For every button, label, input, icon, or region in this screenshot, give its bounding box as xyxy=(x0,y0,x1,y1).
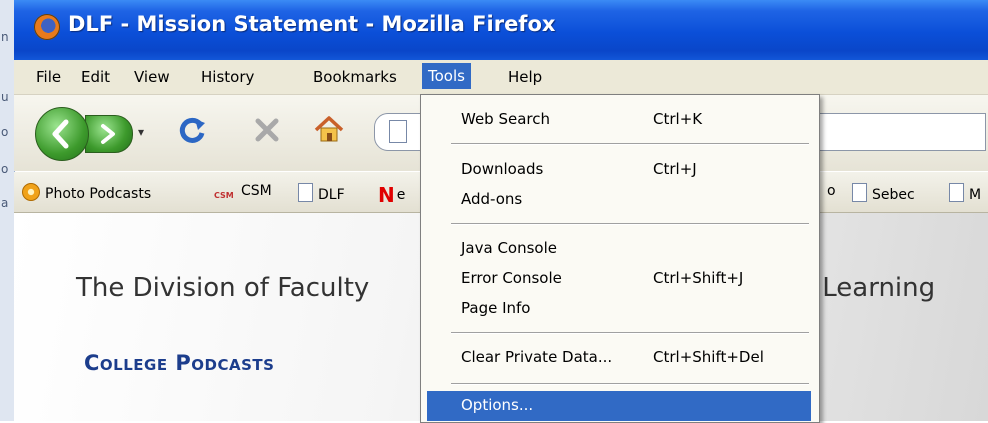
desktop-background-strip: n u o o a xyxy=(0,0,15,421)
bookmark-label: DLF xyxy=(318,187,345,203)
bookmark-label: Sebec xyxy=(872,187,915,203)
page-heading-start: The Division of Faculty xyxy=(76,273,370,303)
bookmark-label: Photo Podcasts xyxy=(45,186,152,202)
menu-view[interactable]: View xyxy=(128,66,176,88)
bookmark-label: o xyxy=(827,183,836,199)
section-title[interactable]: College Podcasts xyxy=(84,351,274,375)
menu-separator xyxy=(451,383,809,385)
page-icon xyxy=(389,120,407,143)
back-button[interactable] xyxy=(35,107,89,161)
stop-button[interactable] xyxy=(250,113,284,147)
bookmark-photo-podcasts[interactable]: Photo Podcasts xyxy=(22,183,151,202)
menu-item-clear-private-data[interactable]: Clear Private Data... Ctrl+Shift+Del xyxy=(427,343,811,373)
menu-item-page-info[interactable]: Page Info xyxy=(427,294,811,324)
desktop-text-fragment: o xyxy=(1,162,9,176)
bookmark-csm[interactable]: CSM CSM xyxy=(214,183,272,200)
csm-icon: CSM xyxy=(214,191,234,200)
bookmark-n[interactable]: Ne xyxy=(378,183,405,207)
forward-button[interactable] xyxy=(85,115,133,153)
bookmark-label: M xyxy=(969,187,982,203)
home-button[interactable] xyxy=(312,113,346,147)
bookmark-label: CSM xyxy=(241,183,272,199)
menu-item-java-console[interactable]: Java Console xyxy=(427,234,811,264)
menu-bar: File Edit View History Bookmarks Tools H… xyxy=(14,60,988,95)
page-icon xyxy=(298,183,313,202)
forward-arrow-icon xyxy=(101,124,115,144)
menu-separator xyxy=(451,143,809,145)
desktop-text-fragment: u xyxy=(1,90,9,104)
bookmark-partial[interactable]: o xyxy=(827,183,836,199)
stop-icon xyxy=(255,118,279,142)
page-icon xyxy=(852,183,867,202)
firefox-icon[interactable] xyxy=(34,14,60,40)
window-title-bar[interactable]: DLF - Mission Statement - Mozilla Firefo… xyxy=(14,0,988,60)
back-arrow-icon xyxy=(52,119,69,149)
window-title: DLF - Mission Statement - Mozilla Firefo… xyxy=(68,12,556,36)
menu-history[interactable]: History xyxy=(195,66,260,88)
n-logo-icon: N xyxy=(378,183,395,207)
page-icon xyxy=(949,183,964,202)
menu-bookmarks[interactable]: Bookmarks xyxy=(307,66,403,88)
menu-item-web-search[interactable]: Web Search Ctrl+K xyxy=(427,105,811,135)
desktop-text-fragment: n xyxy=(1,30,9,44)
menu-separator xyxy=(451,332,809,334)
desktop-text-fragment: a xyxy=(1,196,9,210)
reload-button[interactable] xyxy=(175,113,209,147)
bookmark-label: e xyxy=(396,187,406,203)
menu-tools[interactable]: Tools xyxy=(422,63,471,89)
bookmark-m[interactable]: M xyxy=(949,183,981,203)
menu-file[interactable]: File xyxy=(30,66,67,88)
menu-item-error-console[interactable]: Error Console Ctrl+Shift+J xyxy=(427,264,811,294)
podcast-icon xyxy=(22,183,40,201)
bookmark-sebec[interactable]: Sebec xyxy=(852,183,915,203)
menu-item-downloads[interactable]: Downloads Ctrl+J xyxy=(427,155,811,185)
tools-menu-dropdown: Web Search Ctrl+K Downloads Ctrl+J Add-o… xyxy=(420,94,820,423)
desktop-text-fragment: o xyxy=(1,125,9,139)
menu-edit[interactable]: Edit xyxy=(75,66,116,88)
reload-icon xyxy=(179,117,205,143)
home-icon xyxy=(314,116,344,142)
menu-item-options[interactable]: Options... xyxy=(427,391,811,421)
bookmark-dlf[interactable]: DLF xyxy=(298,183,345,203)
menu-help[interactable]: Help xyxy=(502,66,548,88)
menu-item-add-ons[interactable]: Add-ons xyxy=(427,185,811,215)
menu-separator xyxy=(451,223,809,225)
history-dropdown-icon[interactable]: ▾ xyxy=(138,125,144,139)
